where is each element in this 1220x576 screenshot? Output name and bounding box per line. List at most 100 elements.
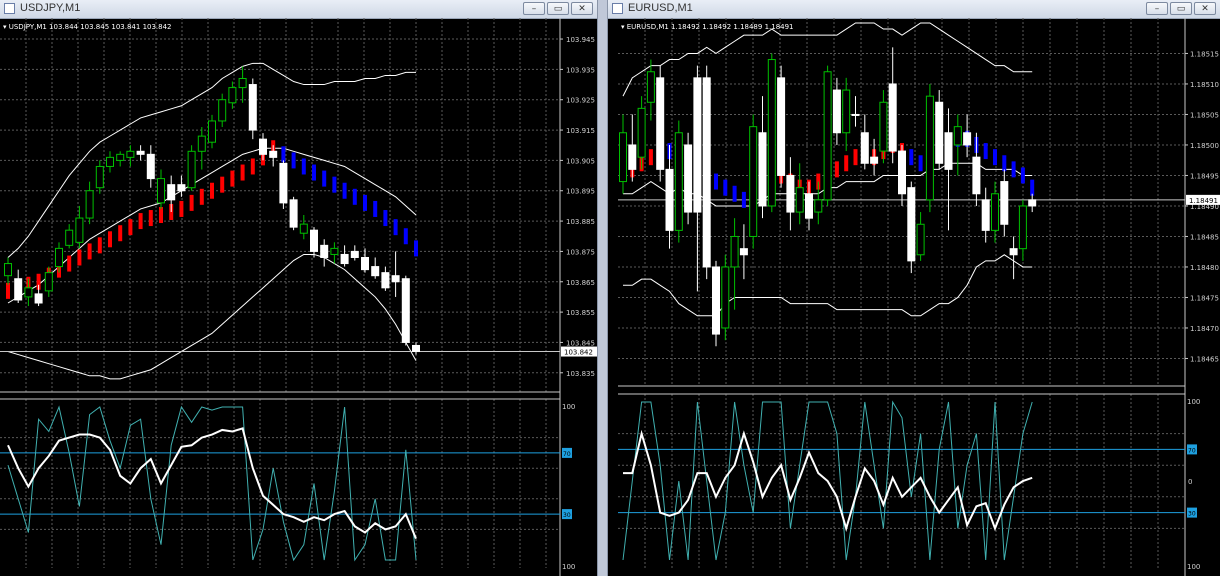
price-axis-label: 1.18470 bbox=[1190, 325, 1219, 333]
price-axis-label: 103.865 bbox=[566, 279, 595, 287]
candle-body-bull bbox=[646, 71, 655, 103]
candle-body-bull bbox=[24, 287, 33, 298]
window-title: EURUSD,M1 bbox=[628, 2, 693, 14]
candle-body-bear bbox=[693, 77, 702, 213]
candle-body-bull bbox=[330, 247, 339, 255]
price-axis-label: 1.18515 bbox=[1190, 50, 1219, 58]
ma-dot bbox=[189, 194, 194, 211]
ma-dot bbox=[67, 255, 72, 272]
candle-body-bear bbox=[888, 83, 897, 152]
ma-dot bbox=[179, 200, 184, 217]
candle-body-bull bbox=[916, 223, 925, 256]
window-divider bbox=[597, 0, 608, 576]
candle-body-bear bbox=[167, 184, 176, 201]
ma-dot bbox=[403, 228, 408, 245]
osc-level-label: 70 bbox=[1188, 447, 1196, 454]
ma-dot bbox=[993, 149, 997, 166]
ma-dot bbox=[909, 149, 914, 166]
price-axis-label: 1.18500 bbox=[1190, 142, 1219, 150]
candle-body-bear bbox=[248, 84, 257, 131]
ma-dot bbox=[393, 219, 398, 236]
candle-body-bull bbox=[85, 190, 94, 219]
close-button[interactable]: ✕ bbox=[571, 2, 593, 15]
candle-body-bull bbox=[157, 178, 165, 204]
price-axis-label: 103.895 bbox=[566, 188, 595, 196]
candle-body-bull bbox=[637, 107, 646, 158]
price-axis-label: 103.855 bbox=[566, 309, 595, 317]
price-axis-label: 103.885 bbox=[566, 218, 595, 226]
candle-body-bull bbox=[1018, 205, 1027, 250]
candle-body-bear bbox=[320, 244, 329, 258]
candle-body-bull bbox=[65, 229, 74, 246]
osc-level-label: 30 bbox=[563, 512, 571, 519]
price-axis-label: 1.18475 bbox=[1190, 294, 1219, 302]
candle-body-bear bbox=[310, 229, 318, 252]
price-axis-label: 103.935 bbox=[566, 66, 595, 74]
candle-body-bear bbox=[361, 256, 369, 271]
candle-body-bear bbox=[712, 266, 720, 335]
candle-body-bear bbox=[907, 187, 916, 262]
ma-dot bbox=[159, 207, 163, 224]
candle-body-bull bbox=[228, 87, 237, 104]
candle-body-bear bbox=[758, 132, 767, 207]
restore-button[interactable]: ▭ bbox=[547, 2, 569, 15]
ma-dot bbox=[414, 240, 418, 257]
candle-body-bear bbox=[851, 113, 860, 116]
price-axis-label: 1.18510 bbox=[1190, 81, 1219, 89]
window-title: USDJPY,M1 bbox=[20, 2, 81, 14]
usdjpy-titlebar[interactable]: USDJPY,M1 – ▭ ✕ bbox=[0, 0, 597, 19]
ma-dot bbox=[363, 194, 367, 211]
ma-dot bbox=[983, 143, 988, 160]
usdjpy-chart-window[interactable]: USDJPY,M1 – ▭ ✕ 103.945 103.935 103.925 103… bbox=[0, 0, 597, 576]
osc-axis-top: 100 bbox=[562, 403, 575, 411]
candle-body-bear bbox=[1009, 248, 1018, 256]
candle-body-bull bbox=[208, 120, 216, 143]
candle-body-bear bbox=[665, 168, 674, 231]
osc-axis-bottom: 100 bbox=[1187, 563, 1200, 571]
chart-window-icon bbox=[4, 3, 15, 14]
ma-dot bbox=[108, 231, 112, 248]
ma-dot bbox=[199, 188, 204, 205]
ma-dot bbox=[210, 182, 214, 199]
ma-dot bbox=[220, 176, 225, 193]
candle-body-bear bbox=[146, 153, 155, 180]
ma-dot bbox=[312, 164, 316, 181]
band-lower-line bbox=[7, 253, 417, 380]
eurusd-chart-canvas[interactable]: 1.18515 1.18510 1.18505 1.18500 1.18495 1.184… bbox=[608, 18, 1220, 576]
candle-body-bear bbox=[1028, 199, 1037, 207]
price-axis-label: 103.945 bbox=[566, 36, 595, 44]
ma-dot bbox=[291, 152, 296, 169]
ma-dot bbox=[723, 179, 728, 196]
price-axis-label: 103.875 bbox=[566, 248, 595, 256]
candle-body-bull bbox=[619, 132, 627, 183]
candle-body-bear bbox=[786, 174, 795, 213]
candle-body-bear bbox=[136, 150, 145, 155]
ma-dot bbox=[322, 170, 327, 187]
minimize-button[interactable]: – bbox=[1146, 2, 1168, 15]
candle-body-bear bbox=[340, 253, 349, 265]
candle-body-bear bbox=[269, 150, 278, 158]
ma-dot bbox=[741, 191, 746, 208]
minimize-button[interactable]: – bbox=[523, 2, 545, 15]
candle-body-bull bbox=[842, 89, 851, 134]
osc-slow-line bbox=[7, 427, 417, 539]
usdjpy-chart-canvas[interactable]: 103.945 103.935 103.925 103.915 103.905 103.8… bbox=[0, 18, 597, 576]
candle-body-bull bbox=[823, 71, 832, 201]
ma-dot bbox=[138, 213, 143, 230]
price-axis-label: 103.925 bbox=[566, 97, 595, 105]
ma-dot bbox=[648, 149, 653, 166]
close-button[interactable]: ✕ bbox=[1194, 2, 1216, 15]
eurusd-titlebar[interactable]: EURUSD,M1 – ▭ ✕ bbox=[608, 0, 1220, 19]
candle-body-bear bbox=[401, 278, 410, 343]
restore-button[interactable]: ▭ bbox=[1170, 2, 1192, 15]
ma-dot bbox=[1011, 161, 1016, 178]
candle-body-bear bbox=[177, 184, 186, 192]
ma-dot bbox=[714, 173, 718, 190]
price-axis-label: 103.835 bbox=[566, 370, 595, 378]
candle-body-bull bbox=[674, 132, 683, 231]
price-axis-label: 1.18505 bbox=[1190, 111, 1219, 119]
price-axis-label: 103.905 bbox=[566, 157, 595, 165]
ma-dot bbox=[97, 237, 102, 254]
osc-slow-line bbox=[623, 429, 1033, 532]
eurusd-chart-window[interactable]: EURUSD,M1 – ▭ ✕ 1.18515 1.18510 1.18505 1.1… bbox=[608, 0, 1220, 576]
